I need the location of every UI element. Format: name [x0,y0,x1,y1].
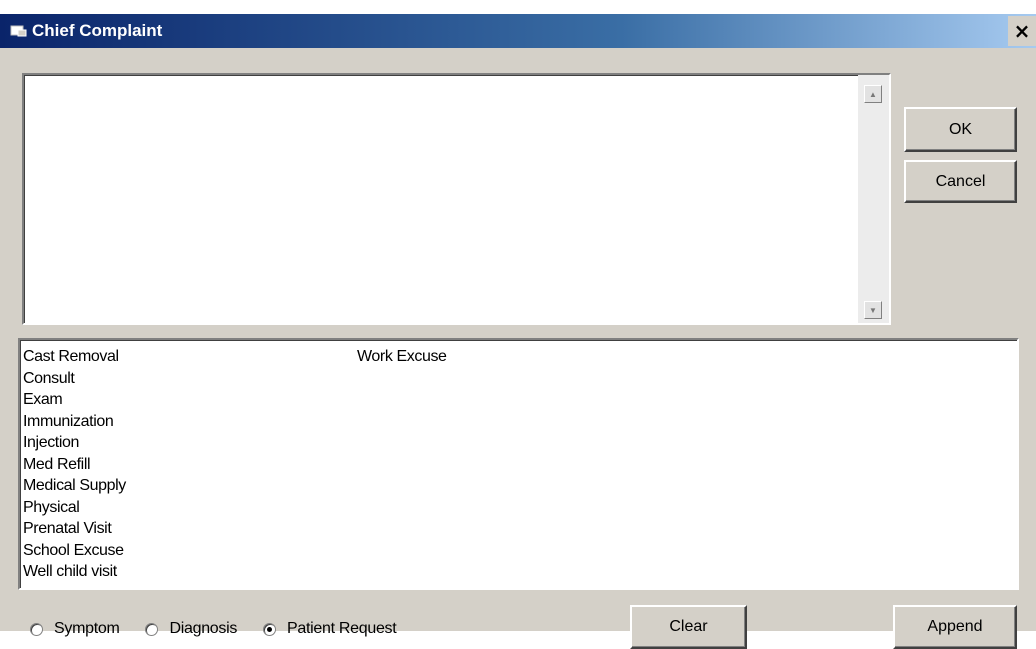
list-item[interactable]: Immunization [22,411,126,433]
radio-diagnosis[interactable]: Diagnosis [145,620,237,638]
list-item[interactable]: Work Excuse [356,346,447,368]
close-icon: × [1013,19,1031,43]
radio-patient-request[interactable]: Patient Request [263,620,397,638]
append-button[interactable]: Append [893,605,1017,649]
title-bar: Chief Complaint × [0,14,1036,48]
close-button[interactable]: × [1008,16,1036,46]
list-item[interactable]: Prenatal Visit [22,518,126,540]
clear-button[interactable]: Clear [630,605,747,649]
list-item[interactable]: Consult [22,368,126,390]
radio-label: Patient Request [287,620,397,637]
list-item[interactable]: Cast Removal [22,346,126,368]
list-item[interactable]: Medical Supply [22,475,126,497]
list-item[interactable]: Physical [22,497,126,519]
list-item[interactable]: Exam [22,389,126,411]
scroll-down-button[interactable]: ▼ [864,301,882,319]
complaint-text-field[interactable] [26,77,860,321]
list-type-radio-group: Symptom Diagnosis Patient Request [30,614,422,644]
radio-circle-icon[interactable] [30,622,43,636]
radio-label: Symptom [54,620,120,637]
scroll-down-arrow-icon: ▼ [869,305,877,315]
list-column-2: Work Excuse [356,346,447,368]
list-item[interactable]: School Excuse [22,540,126,562]
radio-symptom[interactable]: Symptom [30,620,120,638]
radio-circle-icon[interactable] [263,622,277,636]
window-title: Chief Complaint [32,21,163,40]
window-app-icon [10,24,28,38]
radio-circle-icon[interactable] [145,622,159,636]
cancel-button[interactable]: Cancel [904,160,1017,203]
dialog-client-area: ▲ ▼ OK Cancel Cast Removal Consult Exam … [0,48,1036,649]
list-item[interactable]: Med Refill [22,454,126,476]
ok-button[interactable]: OK [904,107,1017,152]
complaint-list[interactable]: Cast Removal Consult Exam Immunization I… [18,338,1019,590]
scroll-up-button[interactable]: ▲ [864,85,882,103]
list-column-1: Cast Removal Consult Exam Immunization I… [22,346,126,583]
radio-label: Diagnosis [169,620,238,637]
list-item[interactable]: Injection [22,432,126,454]
chief-complaint-dialog: Chief Complaint × ▲ ▼ OK Cancel Cast Rem… [0,0,1036,649]
vertical-scrollbar[interactable]: ▲ ▼ [858,75,889,323]
scroll-up-arrow-icon: ▲ [869,89,877,99]
complaint-text-box: ▲ ▼ [22,73,891,325]
list-item[interactable]: Well child visit [22,561,126,583]
